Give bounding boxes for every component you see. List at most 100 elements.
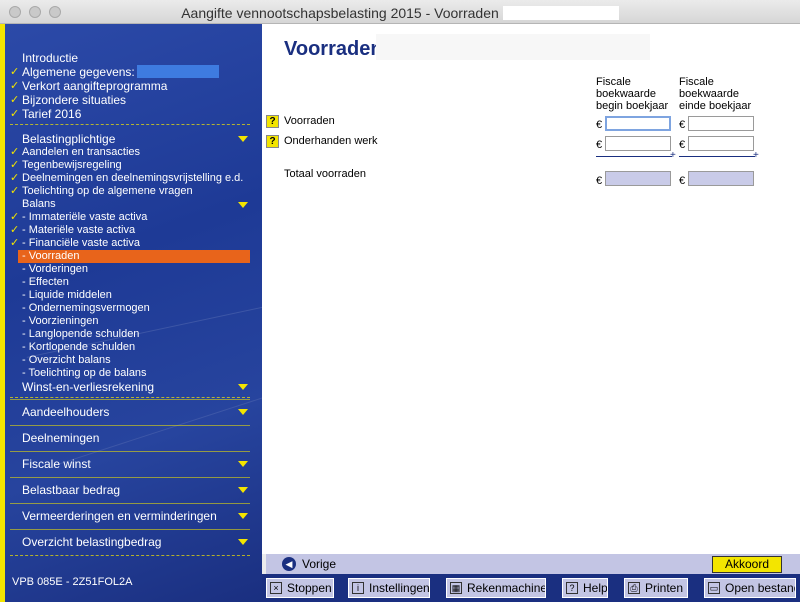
check-icon: ✓ bbox=[10, 185, 20, 197]
help-icon[interactable]: ? bbox=[266, 115, 279, 128]
printer-icon: ⎙ bbox=[628, 582, 640, 594]
euro-sign: € bbox=[596, 119, 603, 131]
sidebar-accent-bar bbox=[0, 24, 5, 602]
sidebar-section-overzicht[interactable]: Overzicht belastingbedrag bbox=[10, 529, 250, 555]
sidebar-item-financieel[interactable]: ✓ - Financiële vaste activa bbox=[10, 237, 250, 250]
sidebar-group-belastingplichtige[interactable]: Belastingplichtige bbox=[10, 132, 250, 146]
onderhanden-begin-input[interactable] bbox=[605, 136, 671, 151]
open-bestand-button[interactable]: ▭ Open bestand bbox=[704, 578, 796, 598]
chevron-down-icon bbox=[238, 513, 248, 519]
euro-sign: € bbox=[596, 175, 603, 187]
totaal-einde-value bbox=[688, 171, 754, 186]
plus-icon: + bbox=[670, 150, 676, 161]
sidebar-group-balans[interactable]: Balans bbox=[10, 198, 250, 211]
window-title: Aangifte vennootschapsbelasting 2015 - V… bbox=[0, 5, 800, 21]
sidebar-group-list: Belastingplichtige ✓ Aandelen en transact… bbox=[10, 132, 250, 394]
sidebar-section-fiscale-winst[interactable]: Fiscale winst bbox=[10, 451, 250, 477]
check-icon: ✓ bbox=[10, 159, 20, 171]
sidebar-item-vorderingen[interactable]: - Vorderingen bbox=[10, 263, 250, 276]
help-icon[interactable]: ? bbox=[266, 135, 279, 148]
check-icon: ✓ bbox=[10, 94, 20, 106]
sidebar-section-deelnemingen[interactable]: Deelnemingen bbox=[10, 425, 250, 451]
plus-icon: + bbox=[753, 150, 759, 161]
check-icon: ✓ bbox=[10, 80, 20, 92]
totaal-begin-value bbox=[605, 171, 671, 186]
sidebar-group-winst[interactable]: Winst-en-verliesrekening bbox=[10, 380, 250, 394]
check-icon: ✓ bbox=[10, 172, 20, 184]
sidebar-section-vermeerderingen[interactable]: Vermeerderingen en verminderingen bbox=[10, 503, 250, 529]
sidebar-item-ondernemingsvermogen[interactable]: - Ondernemingsvermogen bbox=[10, 302, 250, 315]
bottom-toolbar: × Stoppen i Instellingen ▦ Rekenmachine ? He… bbox=[262, 574, 800, 602]
rekenmachine-button[interactable]: ▦ Rekenmachine bbox=[446, 578, 546, 598]
form-code: VPB 085E - 2Z51FOL2A bbox=[12, 576, 133, 588]
window-titlebar: Aangifte vennootschapsbelasting 2015 - V… bbox=[0, 0, 800, 24]
chevron-down-icon bbox=[238, 384, 248, 390]
sidebar-item-tegenbewijs[interactable]: ✓ Tegenbewijsregeling bbox=[10, 159, 250, 172]
chevron-down-icon bbox=[238, 202, 248, 208]
euro-sign: € bbox=[679, 139, 686, 151]
euro-sign: € bbox=[679, 175, 686, 187]
check-icon: ✓ bbox=[10, 237, 20, 249]
row-label-voorraden: Voorraden bbox=[284, 115, 335, 127]
vorige-button[interactable]: ◀ Vorige bbox=[282, 556, 336, 572]
redacted-field bbox=[502, 6, 619, 20]
chevron-down-icon bbox=[238, 136, 248, 142]
akkoord-button[interactable]: Akkoord bbox=[712, 556, 782, 573]
stoppen-button[interactable]: × Stoppen bbox=[266, 578, 334, 598]
sidebar-item-overzicht-balans[interactable]: - Overzicht balans bbox=[10, 354, 250, 367]
sum-line bbox=[679, 156, 755, 157]
redacted-field bbox=[376, 34, 650, 60]
sidebar-top-list: Introductie ✓ Algemene gegevens: ✓ Verkort… bbox=[10, 51, 250, 121]
chevron-down-icon bbox=[238, 461, 248, 467]
chevron-down-icon bbox=[238, 539, 248, 545]
page-title: Voorraden bbox=[284, 38, 383, 60]
sidebar-item-verkort[interactable]: ✓ Verkort aangifteprogramma bbox=[10, 79, 250, 93]
sidebar-item-aandelen[interactable]: ✓ Aandelen en transacties bbox=[10, 146, 250, 159]
voorraden-einde-input[interactable] bbox=[688, 116, 754, 131]
sidebar-item-voorraden[interactable]: - Voorraden bbox=[18, 250, 250, 263]
sidebar-item-effecten[interactable]: - Effecten bbox=[10, 276, 250, 289]
sidebar-item-voorzieningen[interactable]: - Voorzieningen bbox=[10, 315, 250, 328]
sidebar-item-langlopend[interactable]: - Langlopende schulden bbox=[10, 328, 250, 341]
chevron-down-icon bbox=[238, 487, 248, 493]
question-icon: ? bbox=[566, 582, 578, 594]
info-icon: i bbox=[352, 582, 364, 594]
check-icon: ✓ bbox=[10, 224, 20, 236]
sidebar-item-bijzondere[interactable]: ✓ Bijzondere situaties bbox=[10, 93, 250, 107]
sidebar-item-deelnemingen-vrijstelling[interactable]: ✓ Deelnemingen en deelnemingsvrijstelling… bbox=[10, 172, 250, 185]
sidebar-item-materieel[interactable]: ✓ - Materiële vaste activa bbox=[10, 224, 250, 237]
check-icon: ✓ bbox=[10, 211, 20, 223]
row-label-onderhanden: Onderhanden werk bbox=[284, 135, 378, 147]
main-panel: Voorraden Fiscale boekwaarde begin boekj… bbox=[262, 24, 800, 554]
instellingen-button[interactable]: i Instellingen bbox=[348, 578, 430, 598]
sidebar-item-introductie[interactable]: Introductie bbox=[10, 51, 250, 65]
sidebar-item-tarief[interactable]: ✓ Tarief 2016 bbox=[10, 107, 250, 121]
sidebar-item-immaterieel[interactable]: ✓ - Immateriële vaste activa bbox=[10, 211, 250, 224]
sidebar-item-kortlopend[interactable]: - Kortlopende schulden bbox=[10, 341, 250, 354]
check-icon: ✓ bbox=[10, 108, 20, 120]
sidebar-item-toelichting-balans[interactable]: - Toelichting op de balans bbox=[10, 367, 250, 380]
euro-sign: € bbox=[596, 139, 603, 151]
sum-line bbox=[596, 156, 672, 157]
calculator-icon: ▦ bbox=[450, 582, 462, 594]
help-button[interactable]: ? Help bbox=[562, 578, 608, 598]
check-icon: ✓ bbox=[10, 146, 20, 158]
sidebar-item-algemene-gegevens[interactable]: ✓ Algemene gegevens: bbox=[10, 65, 250, 79]
sidebar-section-belastbaar[interactable]: Belastbaar bedrag bbox=[10, 477, 250, 503]
voorraden-begin-input[interactable] bbox=[605, 116, 671, 131]
navigation-bar: ◀ Vorige Akkoord bbox=[266, 554, 800, 574]
sidebar-section-aandeelhouders[interactable]: Aandeelhouders bbox=[10, 399, 250, 425]
close-icon: × bbox=[270, 582, 282, 594]
folder-icon: ▭ bbox=[708, 582, 720, 594]
column-header-begin: Fiscale boekwaarde begin boekjaar bbox=[596, 76, 669, 112]
check-icon: ✓ bbox=[10, 66, 20, 78]
printen-button[interactable]: ⎙ Printen bbox=[624, 578, 688, 598]
chevron-down-icon bbox=[238, 409, 248, 415]
euro-sign: € bbox=[679, 119, 686, 131]
arrow-left-icon: ◀ bbox=[282, 557, 296, 571]
onderhanden-einde-input[interactable] bbox=[688, 136, 754, 151]
sidebar-item-toelichting-algemeen[interactable]: ✓ Toelichting op de algemene vragen bbox=[10, 185, 250, 198]
sidebar-item-liquide[interactable]: - Liquide middelen bbox=[10, 289, 250, 302]
column-header-einde: Fiscale boekwaarde einde boekjaar bbox=[679, 76, 752, 112]
redacted-field bbox=[136, 65, 219, 78]
